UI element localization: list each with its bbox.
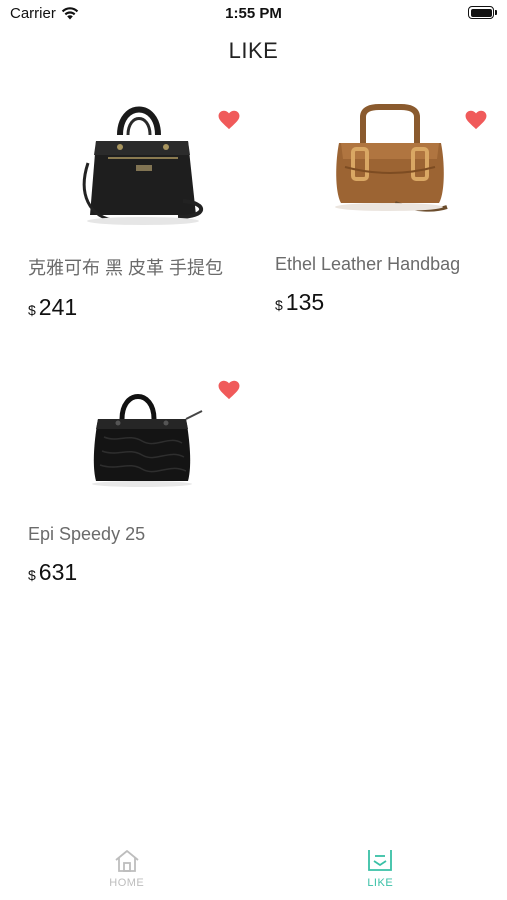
tab-like-label: LIKE — [367, 877, 394, 889]
tab-home-label: HOME — [109, 877, 145, 889]
status-time: 1:55 PM — [225, 5, 282, 22]
product-image[interactable] — [28, 358, 258, 503]
black-speedy-bag-image — [92, 393, 203, 487]
currency-symbol: $ — [275, 297, 283, 313]
product-name[interactable]: Ethel Leather Handbag — [275, 254, 490, 275]
product-name[interactable]: 克雅可布 黑 皮革 手提包 — [28, 254, 228, 280]
product-image[interactable] — [28, 88, 258, 233]
page-title: LIKE — [228, 38, 279, 63]
tab-like[interactable]: LIKE — [254, 838, 507, 900]
like-screen: Carrier 1:55 PM LIKE 克雅可布 黑 皮革 手提包 $ 241… — [0, 0, 507, 900]
currency-symbol: $ — [28, 567, 36, 583]
heart-icon[interactable] — [218, 380, 240, 400]
product-price: $ 241 — [28, 294, 258, 321]
home-icon — [115, 850, 139, 872]
price-amount: 631 — [38, 559, 78, 585]
battery-icon — [468, 6, 497, 19]
price-amount: 135 — [285, 289, 325, 315]
product-image[interactable] — [275, 88, 505, 233]
brown-leather-handbag-image — [335, 104, 448, 212]
product-card[interactable]: Ethel Leather Handbag $ 135 — [275, 88, 505, 316]
status-bar: Carrier 1:55 PM — [0, 0, 507, 28]
tab-home[interactable]: HOME — [0, 838, 254, 900]
product-card[interactable]: Epi Speedy 25 $ 631 — [28, 358, 258, 586]
product-card[interactable]: 克雅可布 黑 皮革 手提包 $ 241 — [28, 88, 258, 321]
product-name[interactable]: Epi Speedy 25 — [28, 524, 228, 545]
product-price: $ 135 — [275, 289, 505, 316]
like-list-icon — [368, 850, 393, 871]
black-structured-handbag-image — [82, 106, 204, 225]
tab-bar: HOME LIKE — [0, 838, 507, 900]
product-price: $ 631 — [28, 559, 258, 586]
heart-icon[interactable] — [465, 110, 487, 130]
heart-icon[interactable] — [218, 110, 240, 130]
currency-symbol: $ — [28, 302, 36, 318]
price-amount: 241 — [38, 294, 78, 320]
